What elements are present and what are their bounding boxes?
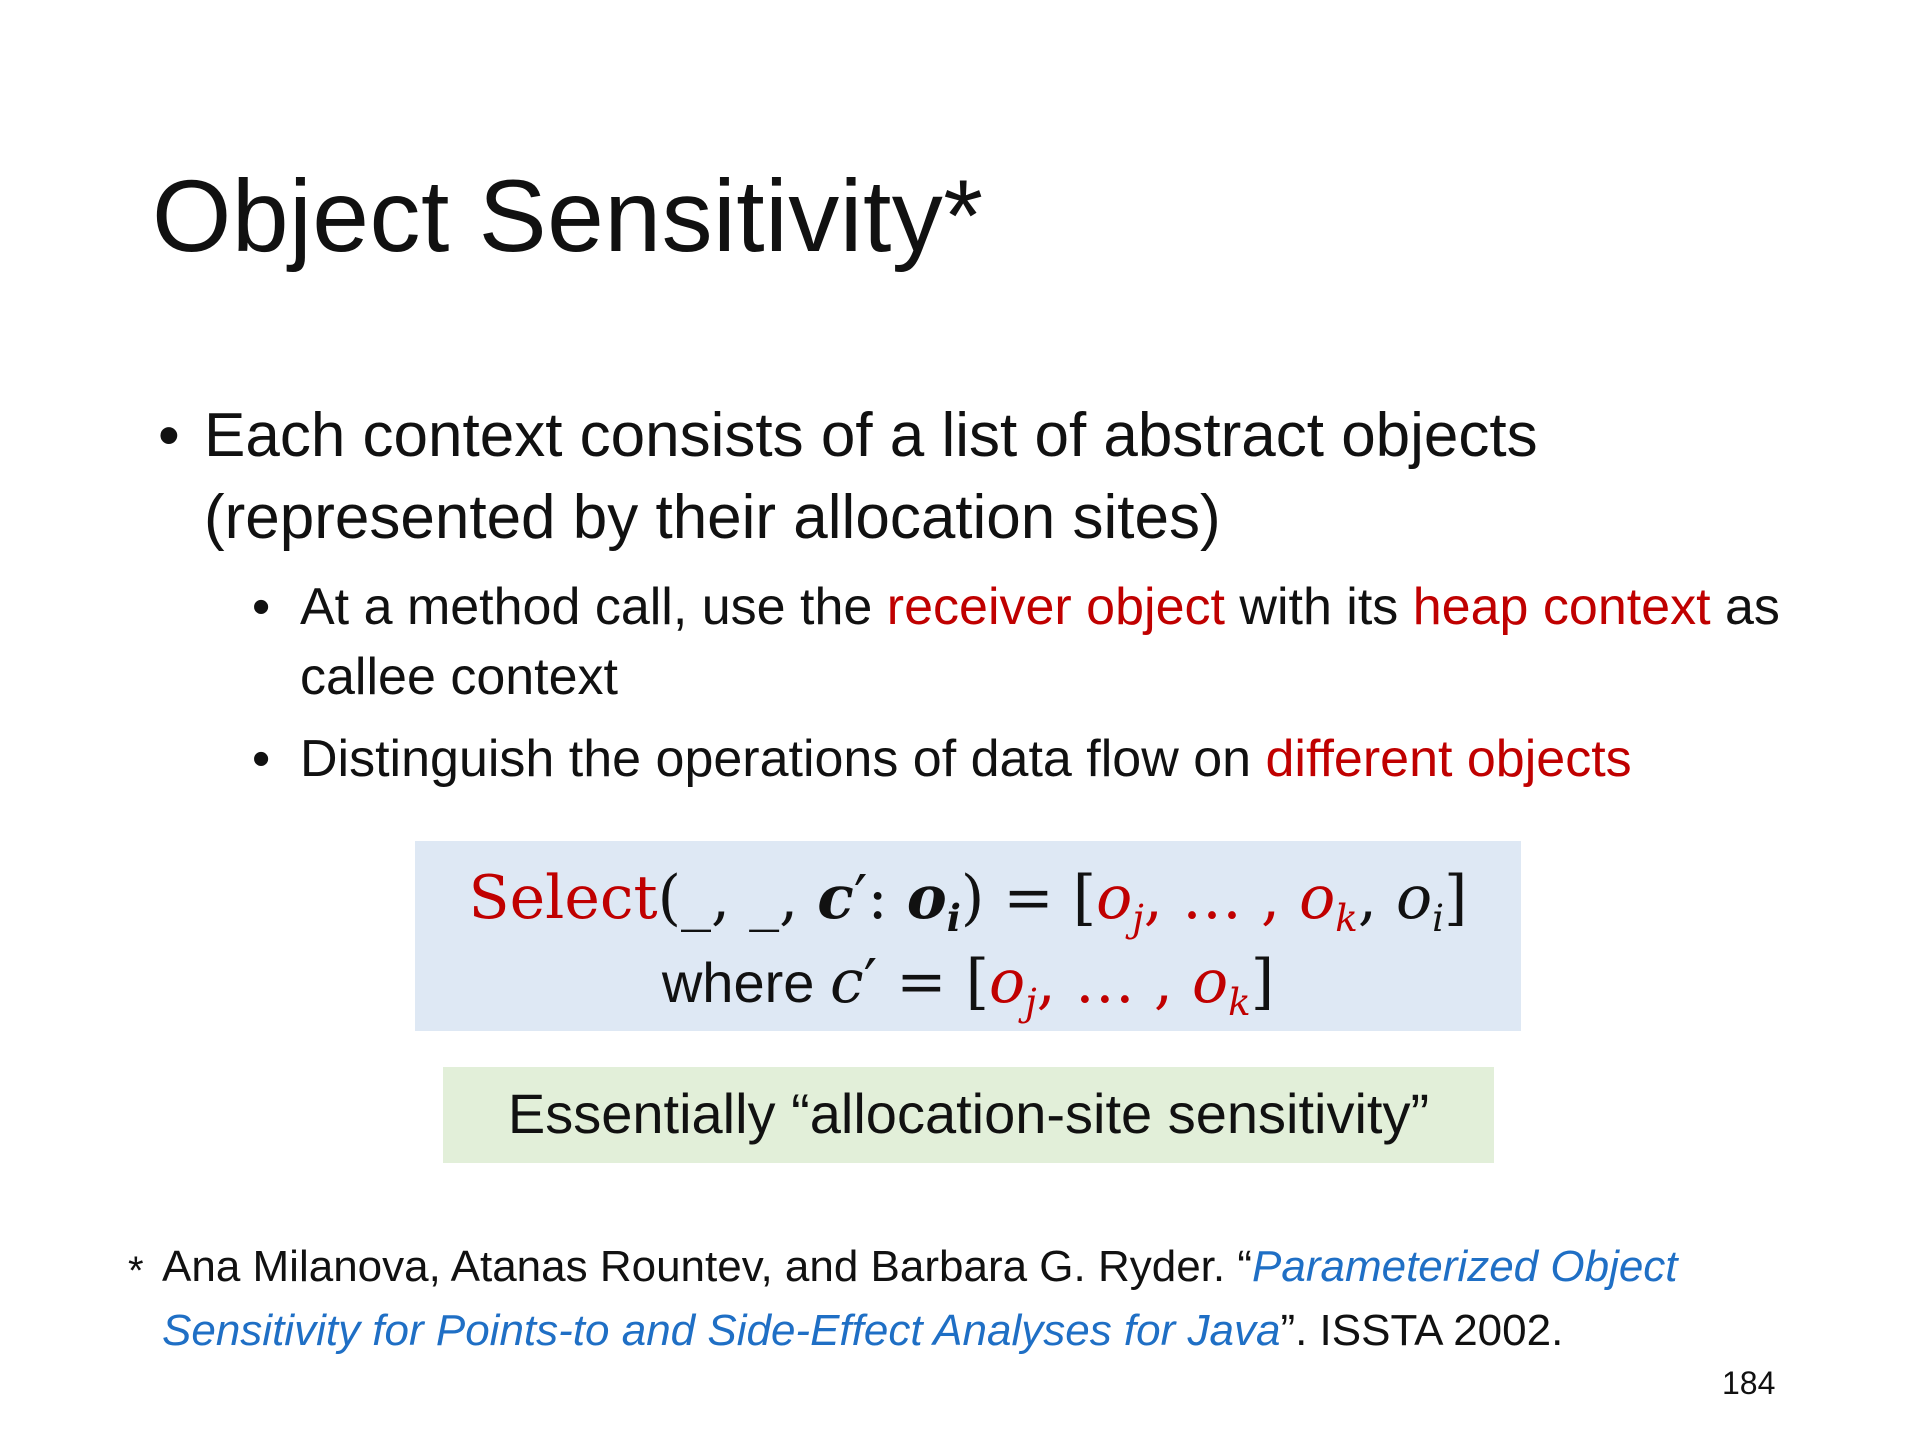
highlight-different-objects: different objects (1265, 730, 1632, 788)
subbullet-method-call: • At a method call, use the receiver obj… (252, 572, 1872, 712)
footnote-venue: ”. ISSTA 2002. (1280, 1306, 1564, 1355)
bullet-text: Each context consists of a list of abstr… (204, 401, 1538, 552)
note-text: Essentially “allocation-site sensitivity… (507, 1082, 1430, 1145)
bullet-dot: • (252, 730, 271, 788)
page-number: 184 (1722, 1365, 1776, 1401)
highlight-heap-context: heap context (1412, 578, 1711, 636)
footnote: * Ana Milanova, Atanas Rountev, and Barb… (128, 1235, 1848, 1363)
subbullet-distinguish: • Distinguish the operations of data flo… (252, 724, 1872, 794)
footnote-authors: Ana Milanova, Atanas Rountev, and Barbar… (162, 1242, 1253, 1291)
bullet-dot: • (158, 401, 180, 470)
bullet-context-definition: • Each context consists of a list of abs… (158, 395, 1778, 559)
formula-where-line: where c′ = [oj, … , ok] (661, 947, 1275, 1025)
note-box: Essentially “allocation-site sensitivity… (443, 1067, 1494, 1163)
footnote-asterisk: * (128, 1249, 144, 1293)
formula-box: Select(_, _, c′: oi) = [oj, … , ok, oi] … (415, 841, 1521, 1031)
highlight-receiver-object: receiver object (886, 578, 1225, 636)
formula-select-line: Select(_, _, c′: oi) = [oj, … , ok, oi] (468, 863, 1468, 941)
slide-title: Object Sensitivity* (152, 159, 984, 273)
bullet-dot: • (252, 578, 271, 636)
